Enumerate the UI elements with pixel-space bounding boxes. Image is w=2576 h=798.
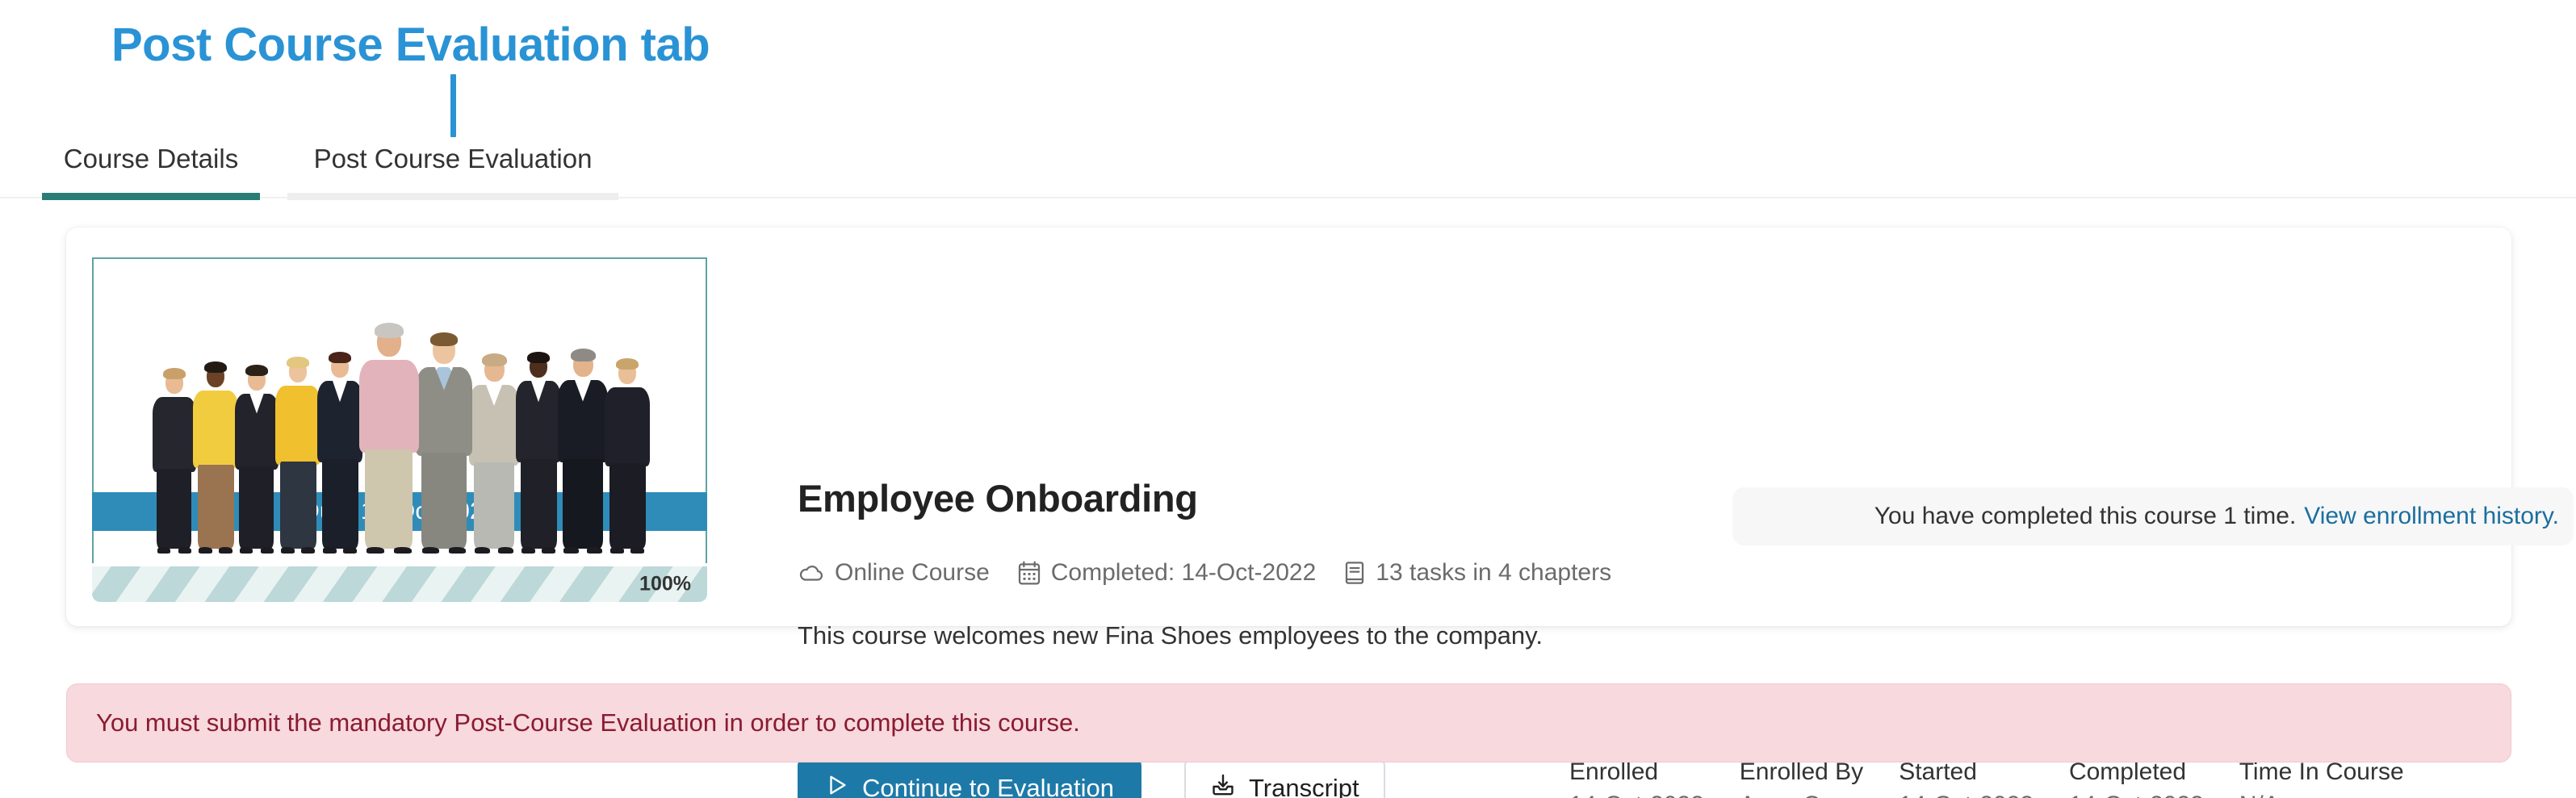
mandatory-evaluation-alert: You must submit the mandatory Post-Cours… — [66, 683, 2511, 762]
continue-to-evaluation-label: Continue to Evaluation — [862, 774, 1114, 798]
download-tray-icon — [1210, 772, 1236, 798]
course-meta-tasks: 13 tasks in 4 chapters — [1343, 559, 1611, 587]
photo-person — [516, 350, 561, 554]
group-of-professionals-photo — [116, 297, 686, 554]
course-stat-value: 14-Oct-2022 — [1569, 789, 1704, 798]
enrollment-notice-text: You have completed this course 1 time. — [1874, 503, 2297, 529]
photo-person — [153, 366, 196, 554]
book-icon — [1343, 560, 1366, 586]
course-stat-value: 14-Oct-2022 — [1899, 789, 2034, 798]
tab-active-indicator — [42, 193, 260, 200]
photo-person — [558, 347, 608, 554]
tab-course-details-label: Course Details — [63, 144, 239, 173]
annotation-pointer-line — [450, 74, 456, 137]
page-root: Post Course Evaluation tab Course Detail… — [0, 0, 2576, 798]
course-meta-delivery-label: Online Course — [835, 559, 990, 586]
alert-message: You must submit the mandatory Post-Cours… — [96, 708, 1080, 737]
photo-person — [193, 360, 238, 554]
photo-person — [605, 357, 650, 554]
course-thumbnail-image — [92, 257, 707, 563]
course-description: This course welcomes new Fina Shoes empl… — [798, 621, 1543, 650]
photo-person — [359, 321, 419, 554]
course-progress-bar: 100% — [92, 566, 707, 602]
cloud-icon — [798, 559, 825, 587]
course-meta-delivery: Online Course — [798, 559, 990, 587]
course-progress-percent: 100% — [639, 572, 691, 595]
course-stat-value: 14-Oct-2022 — [2069, 789, 2204, 798]
photo-person — [469, 352, 519, 554]
tab-course-details[interactable]: Course Details — [42, 136, 260, 200]
photo-person — [275, 355, 320, 554]
tab-post-course-evaluation-label: Post Course Evaluation — [313, 144, 593, 173]
course-card: Due: 14-Oct-2023 100% Employee Onboardin… — [66, 228, 2574, 798]
tab-bar: Course Details Post Course Evaluation — [0, 136, 2576, 200]
calendar-icon — [1017, 560, 1041, 586]
photo-person — [416, 331, 472, 554]
view-enrollment-history-link[interactable]: View enrollment history. — [2304, 503, 2559, 530]
course-title: Employee Onboarding — [798, 477, 1198, 520]
photo-person — [235, 363, 279, 554]
annotation-title: Post Course Evaluation tab — [111, 19, 710, 71]
tab-post-course-evaluation[interactable]: Post Course Evaluation — [287, 136, 618, 200]
course-meta-tasks-label: 13 tasks in 4 chapters — [1376, 559, 1612, 586]
course-meta-completed: Completed: 14-Oct-2022 — [1017, 559, 1317, 587]
course-thumbnail-wrapper[interactable]: Due: 14-Oct-2023 100% — [92, 257, 707, 602]
tab-inactive-indicator — [287, 193, 618, 200]
enrollment-history-notice: You have completed this course 1 time. V… — [1732, 487, 2574, 545]
transcript-button[interactable]: Transcript — [1184, 758, 1385, 798]
course-stat-value: Anna Cruz — [1740, 789, 1863, 798]
transcript-label: Transcript — [1249, 774, 1359, 798]
course-meta-row: Online Course Completed: 14-Oct-2022 13 … — [798, 557, 1639, 589]
course-stat-value: N/A — [2239, 789, 2404, 798]
play-icon — [825, 773, 849, 798]
photo-person — [317, 350, 362, 554]
continue-to-evaluation-button[interactable]: Continue to Evaluation — [798, 758, 1141, 798]
course-meta-completed-label: Completed: 14-Oct-2022 — [1050, 559, 1317, 586]
